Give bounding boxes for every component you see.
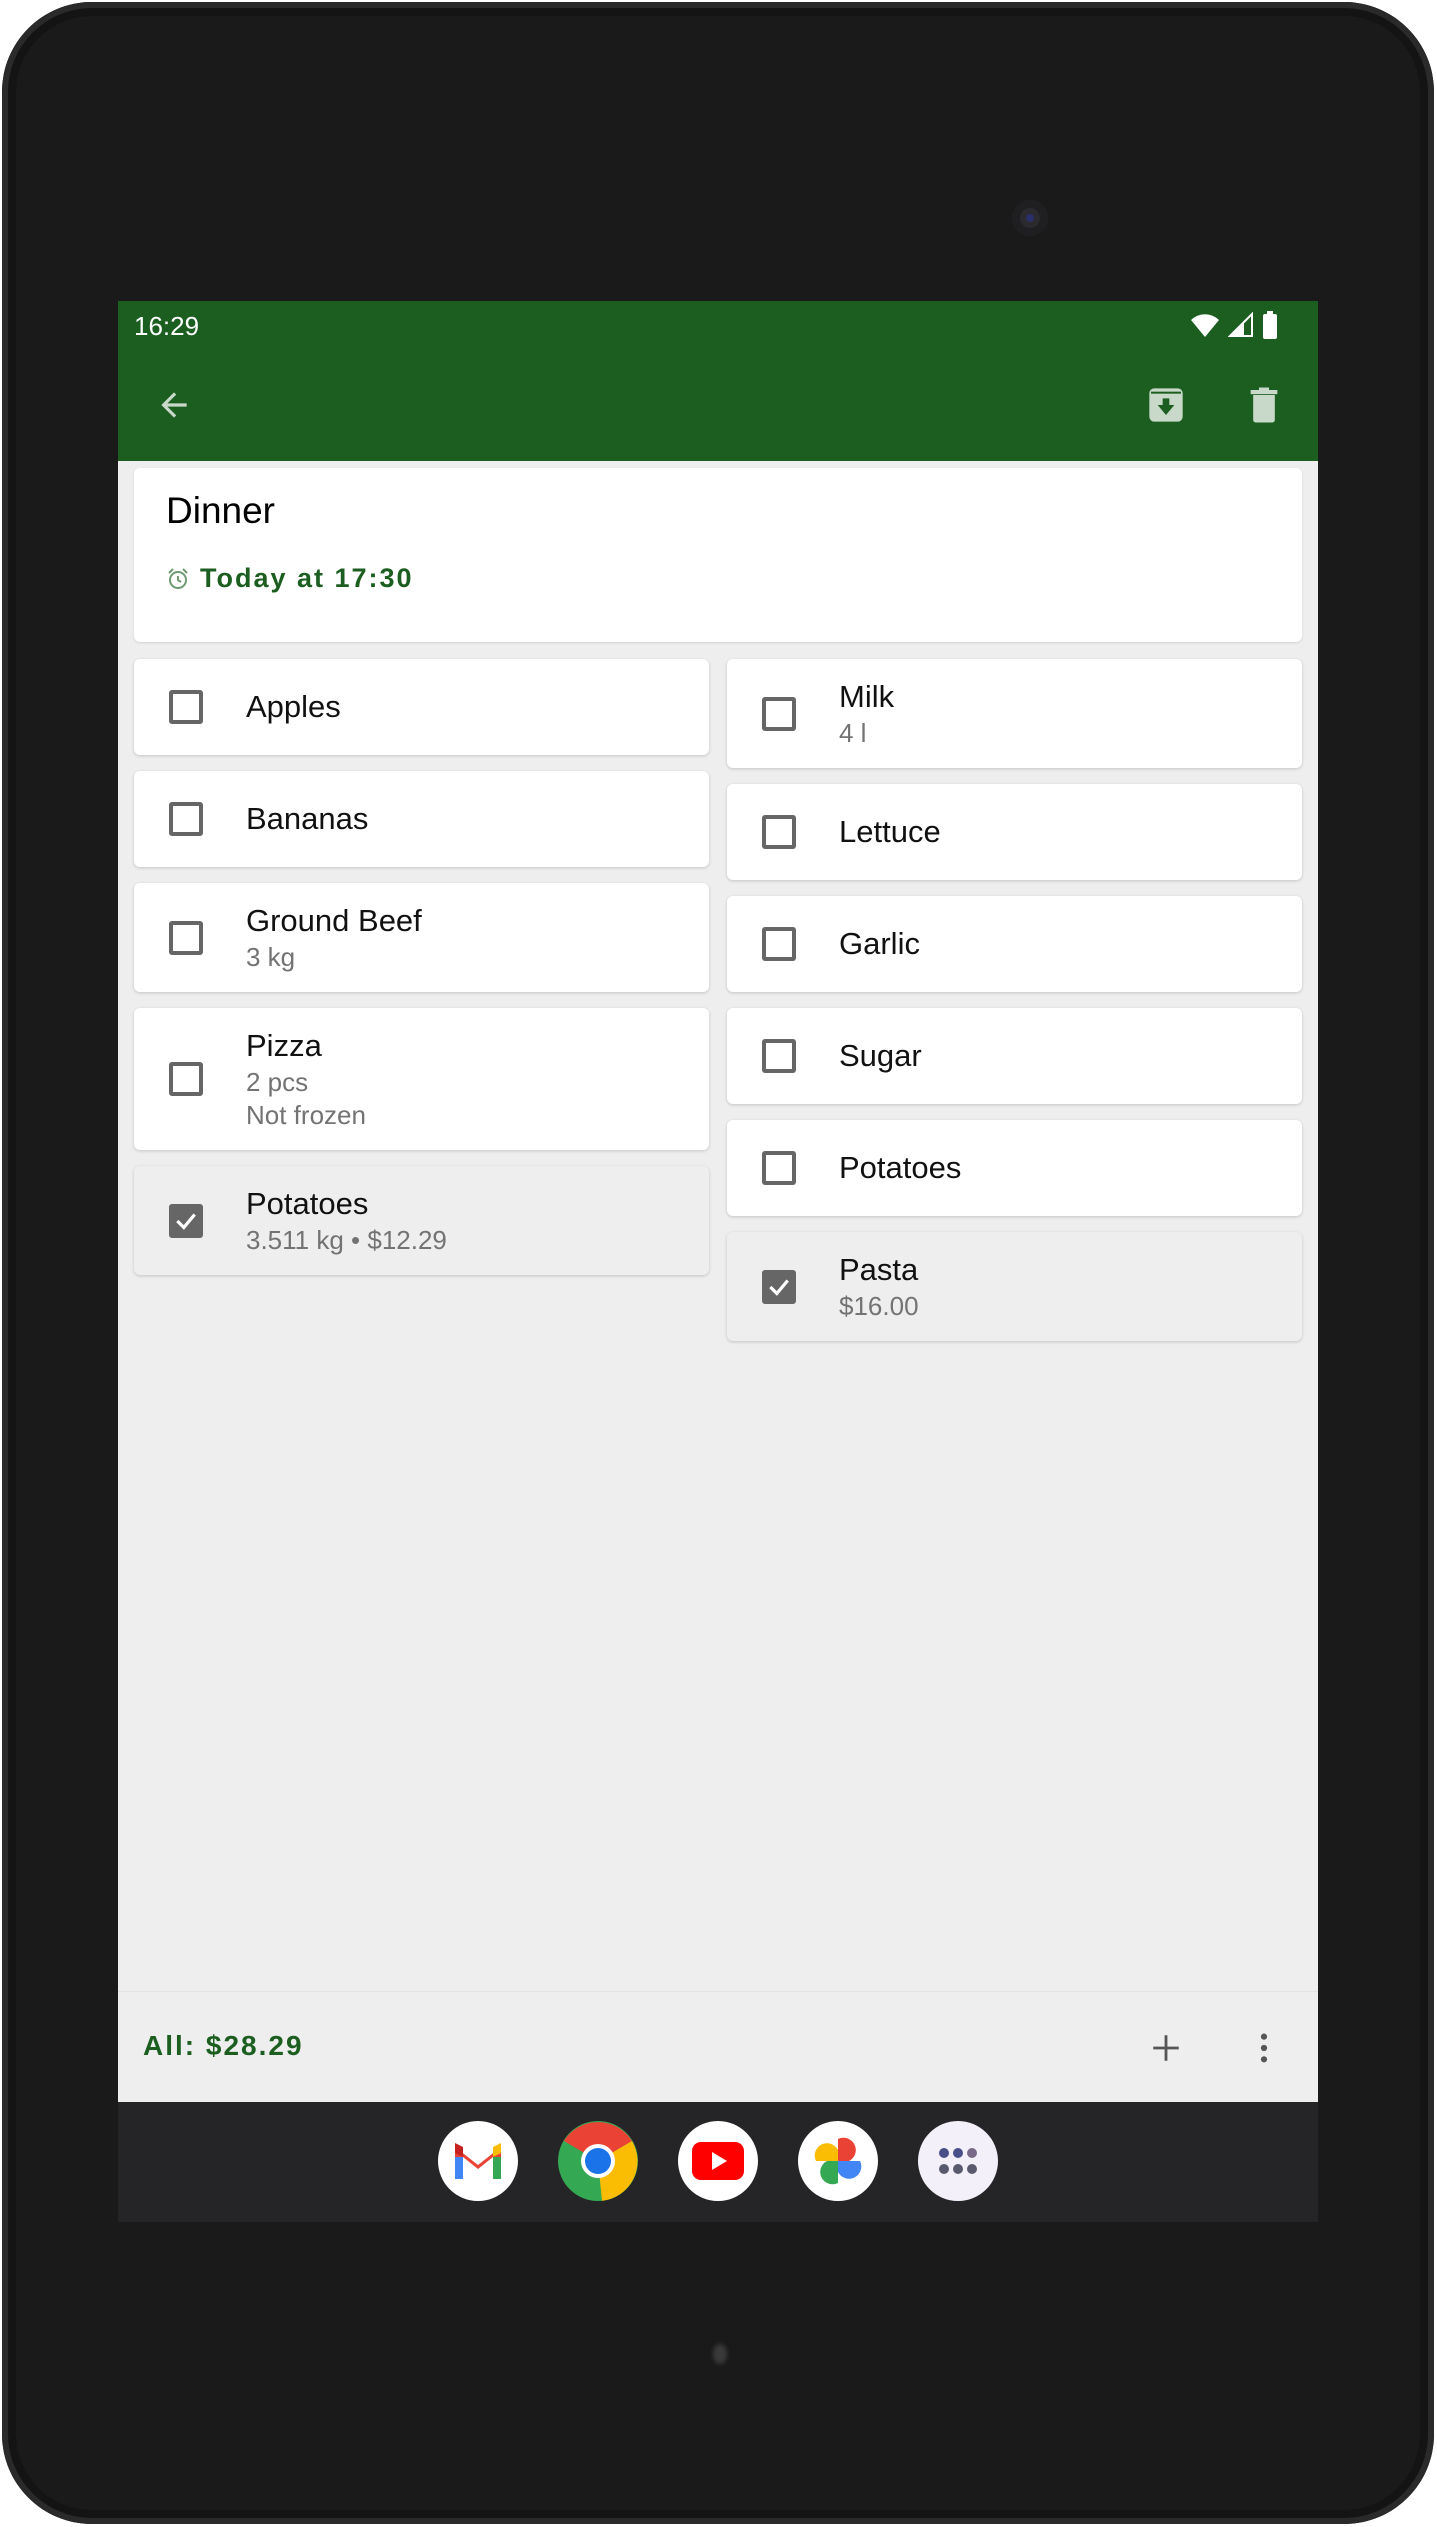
checkbox[interactable] [169, 802, 203, 836]
dock [118, 2102, 1318, 2222]
photos-icon [814, 2137, 862, 2185]
cell-signal-icon [1228, 312, 1253, 337]
battery-icon [1263, 311, 1277, 339]
arrow-left-icon [161, 392, 187, 418]
front-camera [1012, 200, 1048, 236]
checkbox[interactable] [762, 696, 796, 731]
dock-app-gmail[interactable] [438, 2121, 518, 2201]
item-texts: Bananas [246, 781, 368, 857]
sensor [713, 2344, 727, 2364]
app-toolbar [118, 351, 1318, 461]
item-texts: Pizza 2 pcs Not frozen [246, 1008, 366, 1150]
checkbox[interactable] [169, 690, 203, 724]
item-name: Pasta [839, 1252, 919, 1287]
list-item[interactable]: Lettuce [727, 784, 1302, 880]
archive-button[interactable] [1134, 373, 1198, 437]
item-name: Sugar [839, 1038, 922, 1073]
app-drawer-icon [939, 2148, 977, 2174]
list-item[interactable]: Potatoes 3.511 kg • $12.29 [134, 1166, 709, 1275]
item-name: Potatoes [246, 1186, 369, 1221]
reminder-text: Today at 17:30 [200, 563, 414, 593]
list-item[interactable]: Bananas [134, 771, 709, 867]
item-texts: Potatoes 3.511 kg • $12.29 [246, 1166, 447, 1275]
list-item[interactable]: Milk 4 l [727, 659, 1302, 768]
dock-app-photos[interactable] [798, 2121, 878, 2201]
plus-icon [1153, 2035, 1179, 2061]
checkbox[interactable] [762, 815, 796, 849]
status-time: 16:29 [134, 311, 200, 341]
dock-app-chrome[interactable] [558, 2121, 638, 2201]
bottom-bar: All: $28.29 [118, 1991, 1318, 2102]
chrome-icon [564, 2122, 638, 2201]
reminder[interactable]: Today at 17:30 [166, 563, 414, 594]
item-texts: Ground Beef 3 kg [246, 883, 422, 992]
list-title: Dinner [166, 490, 275, 531]
alarm-clock-icon [168, 567, 188, 589]
item-detail: 2 pcs [246, 1067, 309, 1097]
list-item[interactable]: Pasta $16.00 [727, 1232, 1302, 1341]
list-item[interactable]: Garlic [727, 896, 1302, 992]
checkbox[interactable] [169, 920, 203, 955]
item-detail: 3 kg [246, 942, 296, 972]
item-name: Lettuce [839, 814, 941, 849]
item-name: Garlic [839, 926, 920, 961]
gmail-icon [455, 2143, 501, 2179]
list-item[interactable]: Sugar [727, 1008, 1302, 1104]
total-amount: All: $28.29 [143, 2030, 304, 2061]
checkbox-checked[interactable] [169, 1203, 203, 1238]
add-item-button[interactable] [1134, 2016, 1198, 2080]
delete-button[interactable] [1232, 373, 1296, 437]
list-item[interactable]: Pizza 2 pcs Not frozen [134, 1008, 709, 1150]
item-name: Milk [839, 679, 895, 714]
trash-icon [1250, 387, 1278, 423]
item-name: Pizza [246, 1028, 322, 1063]
item-texts: Potatoes [839, 1130, 961, 1206]
archive-icon [1149, 388, 1183, 422]
checkbox[interactable] [762, 1039, 796, 1073]
status-bar: 16:29 [118, 301, 1318, 351]
youtube-icon [692, 2142, 744, 2180]
items-column-left: Apples Bananas Ground Beef 3 kg Pizza 2 pcs No… [134, 659, 709, 1275]
list-item[interactable]: Potatoes [727, 1120, 1302, 1216]
item-texts: Garlic [839, 906, 920, 982]
item-detail: 4 l [839, 718, 867, 748]
item-texts: Lettuce [839, 794, 941, 870]
item-name: Potatoes [839, 1150, 962, 1185]
item-detail: Not frozen [246, 1100, 366, 1130]
dock-app-youtube[interactable] [678, 2121, 758, 2201]
checkbox[interactable] [762, 927, 796, 961]
item-texts: Pasta $16.00 [839, 1232, 919, 1341]
check-icon [769, 1278, 789, 1296]
item-name: Bananas [246, 801, 369, 836]
back-button[interactable] [142, 373, 206, 437]
dock-app-drawer[interactable] [918, 2121, 998, 2201]
items-column-right: Milk 4 l Lettuce Garlic Sugar Potatoes Pasta $1… [727, 659, 1302, 1341]
check-icon [176, 1212, 196, 1230]
screen: 16:29 Dinner Today at 17:30 Apples Banana… [118, 301, 1318, 2222]
item-detail: 3.511 kg • $12.29 [246, 1225, 447, 1255]
more-vertical-icon [1260, 2033, 1268, 2063]
checkbox[interactable] [762, 1151, 796, 1185]
item-texts: Apples [246, 669, 341, 745]
status-icons [1190, 311, 1278, 339]
more-options-button[interactable] [1232, 2016, 1296, 2080]
list-item[interactable]: Ground Beef 3 kg [134, 883, 709, 992]
item-texts: Sugar [839, 1018, 922, 1094]
item-texts: Milk 4 l [839, 659, 894, 768]
wifi-icon [1191, 314, 1219, 337]
item-name: Apples [246, 689, 341, 724]
checkbox-checked[interactable] [762, 1269, 796, 1304]
list-item[interactable]: Apples [134, 659, 709, 755]
item-detail: $16.00 [839, 1291, 919, 1321]
item-name: Ground Beef [246, 903, 422, 938]
checkbox[interactable] [169, 1062, 203, 1096]
list-header-card[interactable]: Dinner Today at 17:30 [134, 468, 1302, 642]
